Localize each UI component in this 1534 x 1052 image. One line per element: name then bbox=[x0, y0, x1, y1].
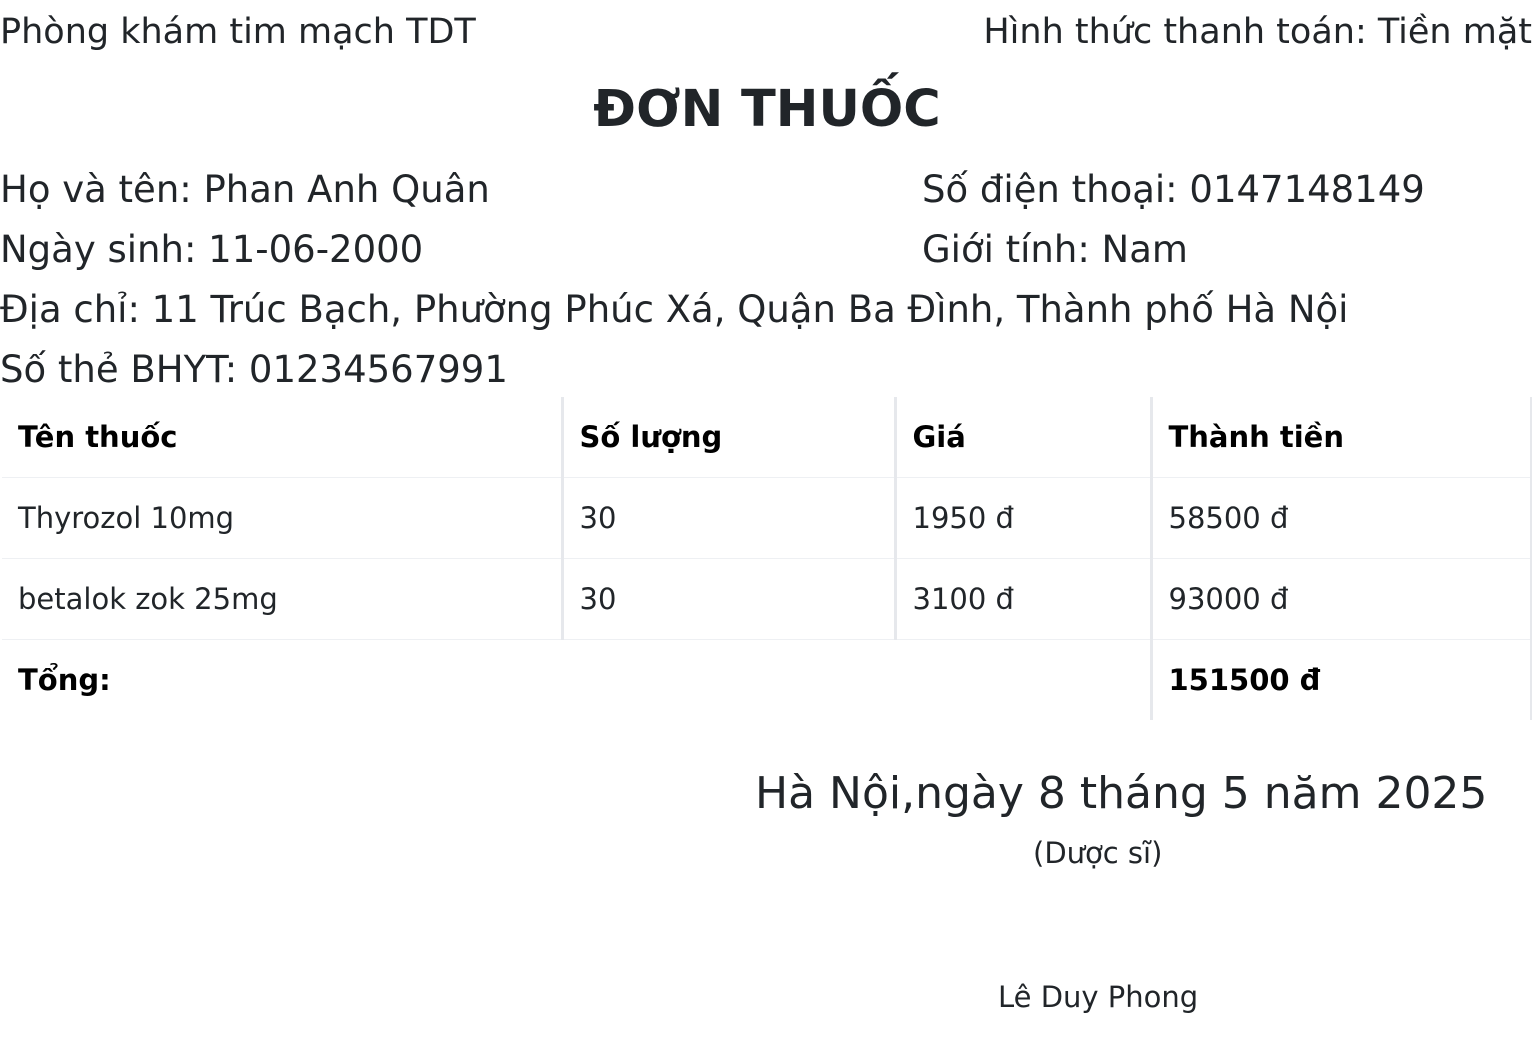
page-title: ĐƠN THUỐC bbox=[593, 80, 941, 139]
table-row: betalok zok 25mg 30 3100 đ 93000 đ bbox=[2, 558, 1532, 640]
patient-dob: Ngày sinh: 11-06-2000 bbox=[0, 228, 424, 271]
header-medicine: Tên thuốc bbox=[2, 397, 562, 478]
total-value: 151500 đ bbox=[1149, 639, 1532, 720]
clinic-name: Phòng khám tim mạch TDT bbox=[0, 12, 476, 52]
cell-medicine: betalok zok 25mg bbox=[2, 558, 562, 640]
patient-gender: Giới tính: Nam bbox=[922, 228, 1188, 271]
cell-quantity: 30 bbox=[560, 477, 895, 559]
cell-amount: 93000 đ bbox=[1149, 558, 1532, 640]
signature-name: Lê Duy Phong bbox=[998, 980, 1199, 1014]
total-row: Tổng: 151500 đ bbox=[2, 639, 1532, 720]
payment-method: Hình thức thanh toán: Tiền mặt bbox=[983, 12, 1532, 52]
prescription-table: Tên thuốc Số lượng Giá Thành tiền Thyroz… bbox=[2, 397, 1532, 720]
patient-phone: Số điện thoại: 0147148149 bbox=[922, 168, 1425, 211]
cell-medicine: Thyrozol 10mg bbox=[2, 477, 562, 559]
patient-address: Địa chỉ: 11 Trúc Bạch, Phường Phúc Xá, Q… bbox=[0, 288, 1349, 331]
table-row: Thyrozol 10mg 30 1950 đ 58500 đ bbox=[2, 477, 1532, 559]
table-header-row: Tên thuốc Số lượng Giá Thành tiền bbox=[2, 397, 1532, 478]
header-quantity: Số lượng bbox=[560, 397, 895, 478]
signature-date: Hà Nội,ngày 8 tháng 5 năm 2025 bbox=[755, 768, 1488, 819]
cell-amount: 58500 đ bbox=[1149, 477, 1532, 559]
patient-insurance: Số thẻ BHYT: 01234567991 bbox=[0, 348, 508, 391]
cell-price: 1950 đ bbox=[893, 477, 1151, 559]
cell-price: 3100 đ bbox=[893, 558, 1151, 640]
signature-role: (Dược sĩ) bbox=[1033, 836, 1163, 870]
header-amount: Thành tiền bbox=[1149, 397, 1532, 478]
total-label: Tổng: bbox=[18, 663, 111, 697]
cell-quantity: 30 bbox=[560, 558, 895, 640]
patient-name: Họ và tên: Phan Anh Quân bbox=[0, 168, 490, 211]
header-price: Giá bbox=[893, 397, 1151, 478]
